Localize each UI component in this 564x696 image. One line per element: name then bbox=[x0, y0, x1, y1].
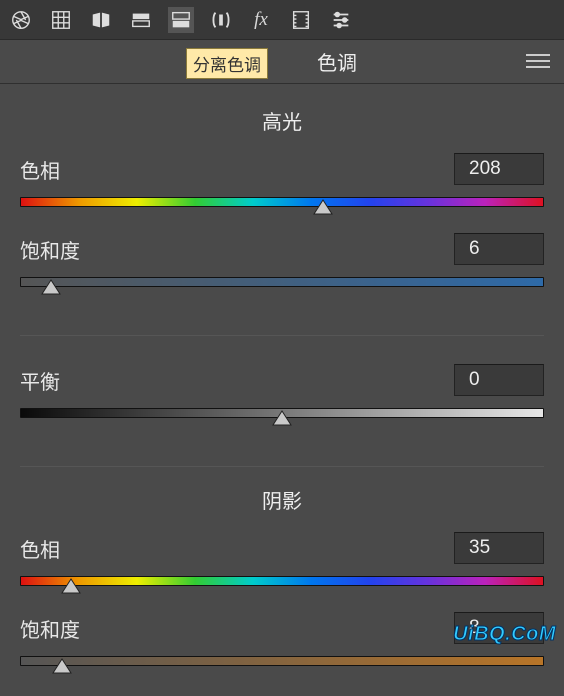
sliders-icon[interactable] bbox=[328, 7, 354, 33]
divider bbox=[20, 466, 544, 467]
shadows-section: 阴影 色相 35 饱和度 8 bbox=[0, 485, 564, 696]
highlights-sat-label: 饱和度 bbox=[20, 235, 120, 264]
highlights-hue-slider[interactable] bbox=[20, 191, 544, 219]
shadows-hue-slider[interactable] bbox=[20, 570, 544, 598]
filmstrip-icon[interactable] bbox=[288, 7, 314, 33]
balance-slider[interactable] bbox=[20, 402, 544, 430]
mirror-icon[interactable] bbox=[88, 7, 114, 33]
shadows-hue-value[interactable]: 35 bbox=[454, 532, 544, 564]
shadows-sat-slider[interactable] bbox=[20, 650, 544, 678]
shadows-hue-label: 色相 bbox=[20, 534, 120, 563]
shadows-sat-value[interactable]: 8 bbox=[454, 612, 544, 644]
balance-label: 平衡 bbox=[20, 366, 120, 395]
panel-tooltip: 分离色调 bbox=[186, 48, 268, 79]
shadows-sat-label: 饱和度 bbox=[20, 614, 120, 643]
before-after-h-icon[interactable] bbox=[128, 7, 154, 33]
fx-icon[interactable]: fx bbox=[248, 7, 274, 33]
menu-icon[interactable] bbox=[526, 52, 550, 70]
grid-icon[interactable] bbox=[48, 7, 74, 33]
toolbar: fx bbox=[0, 0, 564, 40]
highlights-section: 高光 色相 208 饱和度 6 bbox=[0, 84, 564, 317]
panel-title: 色调 bbox=[317, 47, 357, 76]
panel-header: 分离色调 色调 bbox=[0, 40, 564, 84]
highlights-hue-value[interactable]: 208 bbox=[454, 153, 544, 185]
lens-icon[interactable] bbox=[208, 7, 234, 33]
highlights-sat-value[interactable]: 6 bbox=[454, 233, 544, 265]
shadows-title: 阴影 bbox=[20, 485, 544, 514]
divider bbox=[20, 335, 544, 336]
highlights-hue-label: 色相 bbox=[20, 155, 120, 184]
balance-section: 平衡 0 bbox=[0, 354, 564, 448]
highlights-sat-slider[interactable] bbox=[20, 271, 544, 299]
highlights-title: 高光 bbox=[20, 106, 544, 135]
aperture-icon[interactable] bbox=[8, 7, 34, 33]
before-after-v-icon[interactable] bbox=[168, 7, 194, 33]
balance-value[interactable]: 0 bbox=[454, 364, 544, 396]
